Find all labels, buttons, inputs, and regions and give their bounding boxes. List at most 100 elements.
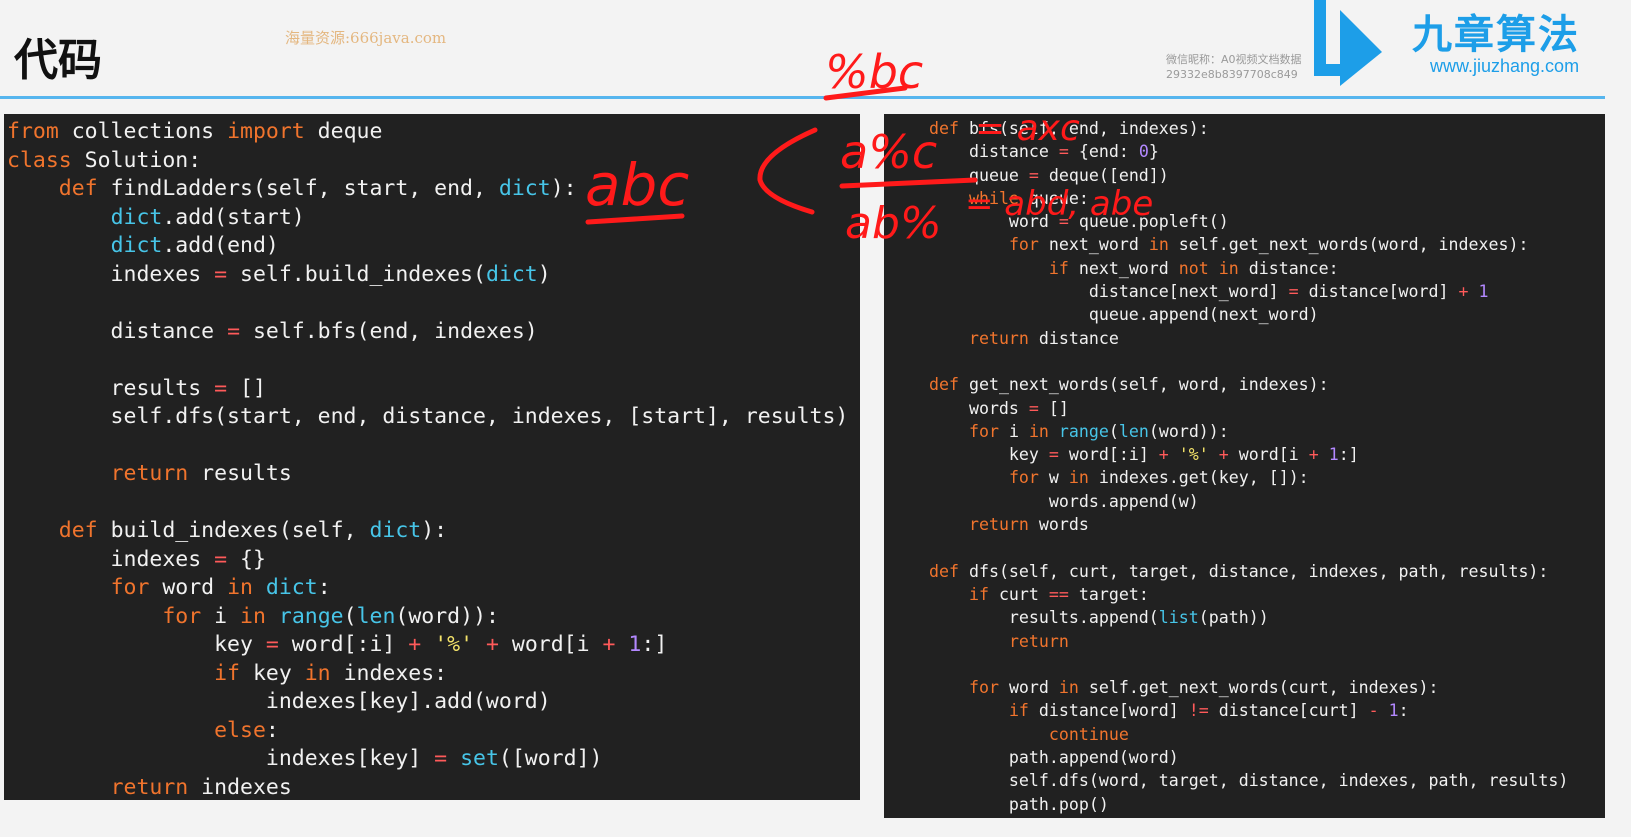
- page-title: 代码: [14, 35, 102, 86]
- header-divider: [0, 96, 1605, 99]
- code-token: distance[word]: [1028, 701, 1189, 721]
- watermark-text: 海量资源:666java.com: [285, 29, 447, 47]
- code-token: range: [278, 603, 344, 629]
- code-line: return distance: [929, 327, 1568, 350]
- code-token: class: [7, 147, 72, 173]
- code-token: in: [240, 603, 266, 629]
- code-token: =: [1028, 398, 1039, 418]
- code-token: queue: [929, 165, 1029, 185]
- code-token: =: [1288, 282, 1299, 302]
- code-token: =: [265, 632, 279, 657]
- code-token: +: [1458, 282, 1469, 302]
- code-token: for: [1008, 235, 1039, 255]
- code-token: {end:: [1068, 142, 1139, 162]
- code-token: }: [1148, 142, 1159, 162]
- brand-url: www.jiuzhang.com: [1430, 56, 1580, 76]
- code-line: queue.append(next_word): [929, 303, 1568, 326]
- code-token: ([word]): [498, 746, 603, 771]
- code-token: word[:i]: [1058, 445, 1159, 465]
- code-line: key = word[:i] + '%' + word[i + 1:]: [929, 443, 1568, 466]
- code-token: =: [1058, 142, 1069, 162]
- wechat-line-1: 微信昵称：A0视频文档数据: [1166, 53, 1302, 66]
- code-token: i: [201, 603, 241, 629]
- code-line: for word in dict:: [7, 574, 848, 603]
- code-panel-right: def bfs(self, end, indexes): distance = …: [884, 114, 1605, 818]
- code-token: :]: [641, 632, 668, 657]
- code-token: bfs(self, end, indexes):: [958, 119, 1209, 138]
- code-token: return: [110, 774, 189, 800]
- code-token: +: [602, 632, 616, 657]
- code-line: word = queue.popleft(): [929, 210, 1568, 233]
- code-block-right: def bfs(self, end, indexes): distance = …: [929, 117, 1568, 816]
- code-token: in: [227, 575, 253, 600]
- code-token: =: [214, 261, 228, 287]
- code-token: distance[curt]: [1208, 701, 1369, 721]
- code-line: if key in indexes:: [7, 660, 848, 689]
- code-token: continue: [1048, 724, 1129, 744]
- code-token: results: [7, 375, 215, 401]
- code-line: indexes[key] = set([word]): [7, 745, 848, 774]
- code-token: 0: [1138, 142, 1149, 162]
- code-token: path.append(word): [929, 748, 1179, 768]
- code-line: return indexes: [7, 774, 848, 801]
- code-token: for: [162, 603, 202, 629]
- code-token: 1: [1388, 701, 1399, 721]
- code-token: 1: [628, 632, 642, 657]
- code-token: indexes: [188, 774, 292, 800]
- code-token: dfs(self, curt, target, distance, indexe…: [958, 561, 1549, 581]
- code-token: words.append(w): [929, 491, 1199, 511]
- code-token: indexes:: [330, 660, 448, 686]
- code-token: self.dfs(start, end, distance, indexes, …: [7, 404, 849, 429]
- code-token: path.pop(): [929, 794, 1109, 814]
- code-token: collections: [58, 119, 228, 144]
- code-line: def get_next_words(self, word, indexes):: [929, 373, 1568, 396]
- code-line: for word in self.get_next_words(curt, in…: [929, 676, 1568, 699]
- code-panel-left: from collections import deque class Solut…: [4, 114, 860, 800]
- code-token: dict: [485, 261, 538, 287]
- code-token: self.build_indexes(: [227, 261, 486, 287]
- code-token: findLadders(self, start, end,: [97, 176, 499, 201]
- code-line: indexes = self.build_indexes(dict): [7, 261, 848, 290]
- code-token: 1: [1478, 282, 1489, 302]
- code-token: indexes.get(key, []):: [1088, 468, 1309, 488]
- code-token: distance: [7, 318, 228, 344]
- code-token: {}: [227, 546, 266, 572]
- code-line: path.append(word): [929, 746, 1568, 769]
- code-token: words: [1028, 515, 1089, 535]
- code-token: ):: [421, 518, 448, 543]
- code-token: deque([end]): [1038, 165, 1169, 185]
- code-line: path.pop(): [929, 793, 1568, 816]
- code-token: ==: [1048, 584, 1069, 604]
- code-token: for: [968, 421, 999, 441]
- code-line: from collections import deque: [7, 118, 848, 147]
- code-token: =: [434, 746, 448, 771]
- code-line: if next_word not in distance:: [929, 257, 1568, 280]
- code-token: (: [1108, 421, 1119, 441]
- code-token: []: [227, 375, 266, 401]
- code-token: indexes: [7, 546, 215, 572]
- code-token: if: [968, 584, 989, 604]
- code-line: results = []: [7, 375, 848, 404]
- code-line: indexes[key].add(word): [7, 688, 848, 717]
- code-token: (word)):: [1148, 421, 1229, 441]
- code-token: distance[next_word]: [929, 282, 1289, 302]
- code-token: queue.append(next_word): [929, 305, 1319, 325]
- code-line: dict.add(end): [7, 232, 848, 261]
- code-token: key: [240, 660, 305, 686]
- code-token: self.get_next_words(word, indexes):: [1168, 235, 1529, 255]
- code-token: not: [1178, 258, 1209, 278]
- code-token: word[i: [1228, 445, 1309, 465]
- code-line: self.dfs(word, target, distance, indexes…: [929, 769, 1568, 792]
